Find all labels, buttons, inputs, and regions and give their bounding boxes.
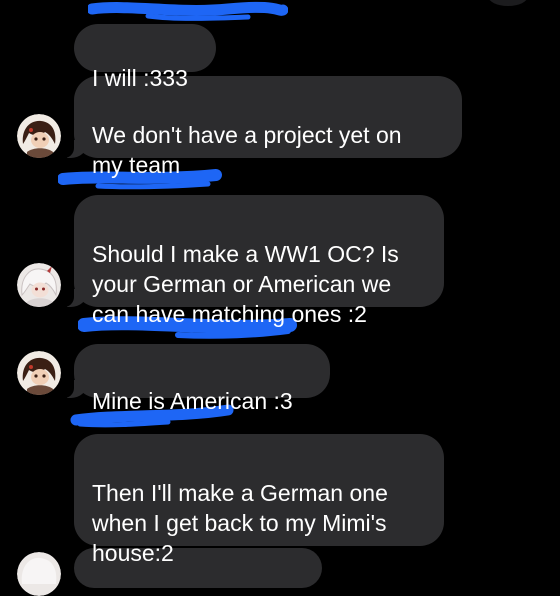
- dark-haired-anime-character-avatar-icon: [17, 351, 61, 395]
- message-bubble[interactable]: Then I'll make a German one when I get b…: [74, 434, 444, 566]
- avatar-partial[interactable]: [17, 552, 61, 596]
- message-text: We don't have a project yet on my team: [92, 122, 402, 178]
- avatar[interactable]: [17, 114, 61, 158]
- white-haired-anime-character-avatar-icon: [17, 263, 61, 307]
- partial-element: [488, 0, 528, 6]
- avatar[interactable]: [17, 263, 61, 307]
- white-haired-anime-character-avatar-icon: [17, 552, 61, 596]
- message-text: I will :333: [92, 65, 188, 91]
- avatar[interactable]: [17, 351, 61, 395]
- message-thread: I will :333 We don't have a project yet …: [0, 0, 560, 596]
- message-bubble[interactable]: Mine is American :3: [62, 344, 330, 414]
- dark-haired-anime-character-avatar-icon: [17, 114, 61, 158]
- message-text: Should I make a WW1 OC? Is your German o…: [92, 241, 399, 327]
- message-bubble[interactable]: Should I make a WW1 OC? Is your German o…: [62, 195, 444, 327]
- redaction-scribble: [88, 1, 288, 21]
- message-text: Mine is American :3: [92, 388, 293, 414]
- message-bubble[interactable]: I will :333: [74, 24, 216, 91]
